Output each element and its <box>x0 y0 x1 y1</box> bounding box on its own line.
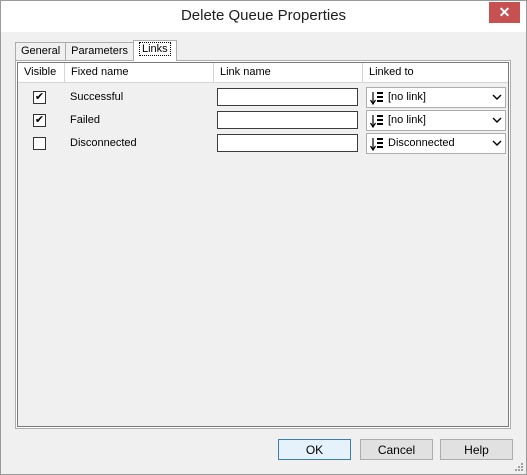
tab-links[interactable]: Links <box>133 40 177 61</box>
fixed-name: Successful <box>70 91 124 103</box>
window-title: Delete Queue Properties <box>180 7 347 24</box>
tab-label: Parameters <box>71 45 128 57</box>
linked-to-value: [no link] <box>388 91 426 103</box>
sort-arrow-list-icon <box>370 115 383 129</box>
link-name-input[interactable] <box>217 88 358 106</box>
table-row: Disconnected Disconnected <box>18 133 508 155</box>
tab-panel-links: Visible Fixed name Link name Linked to ✔… <box>15 60 511 429</box>
tab-label: Links <box>139 42 171 56</box>
dialog-window: Delete Queue Properties ✕ General Parame… <box>0 0 527 475</box>
column-header-link-name[interactable]: Link name <box>214 63 363 82</box>
linked-to-value: [no link] <box>388 114 426 126</box>
chevron-down-icon <box>492 117 502 123</box>
column-header-fixed-name[interactable]: Fixed name <box>65 63 214 82</box>
column-header-visible[interactable]: Visible <box>18 63 65 82</box>
chevron-down-icon <box>492 140 502 146</box>
table-row: ✔ Failed [no link] <box>18 110 508 132</box>
close-icon: ✕ <box>498 4 511 20</box>
link-name-input[interactable] <box>217 134 358 152</box>
links-grid: Visible Fixed name Link name Linked to ✔… <box>17 62 509 427</box>
visible-checkbox[interactable]: ✔ <box>33 114 46 127</box>
fixed-name: Disconnected <box>70 137 137 149</box>
dialog-client: General Parameters Links Visible Fixed n… <box>9 32 518 468</box>
grid-header: Visible Fixed name Link name Linked to <box>18 63 508 83</box>
ok-button[interactable]: OK <box>278 439 351 460</box>
column-header-linked-to[interactable]: Linked to <box>363 63 508 82</box>
tab-parameters[interactable]: Parameters <box>65 42 134 61</box>
visible-checkbox[interactable] <box>33 137 46 150</box>
link-name-input[interactable] <box>217 111 358 129</box>
close-button[interactable]: ✕ <box>489 2 520 23</box>
tab-general[interactable]: General <box>15 42 67 61</box>
cancel-button[interactable]: Cancel <box>360 439 433 460</box>
resize-grip-icon[interactable] <box>514 462 524 472</box>
chevron-down-icon <box>492 94 502 100</box>
linked-to-dropdown[interactable]: Disconnected <box>366 133 506 154</box>
sort-arrow-list-icon <box>370 92 383 106</box>
linked-to-dropdown[interactable]: [no link] <box>366 110 506 131</box>
tab-label: General <box>21 45 61 57</box>
title-bar: Delete Queue Properties ✕ <box>1 1 526 32</box>
sort-arrow-list-icon <box>370 138 383 152</box>
visible-checkbox[interactable]: ✔ <box>33 91 46 104</box>
linked-to-dropdown[interactable]: [no link] <box>366 87 506 108</box>
linked-to-value: Disconnected <box>388 137 455 149</box>
fixed-name: Failed <box>70 114 100 126</box>
help-button[interactable]: Help <box>440 439 513 460</box>
table-row: ✔ Successful [no link] <box>18 87 508 109</box>
tab-strip: General Parameters Links <box>15 40 177 61</box>
